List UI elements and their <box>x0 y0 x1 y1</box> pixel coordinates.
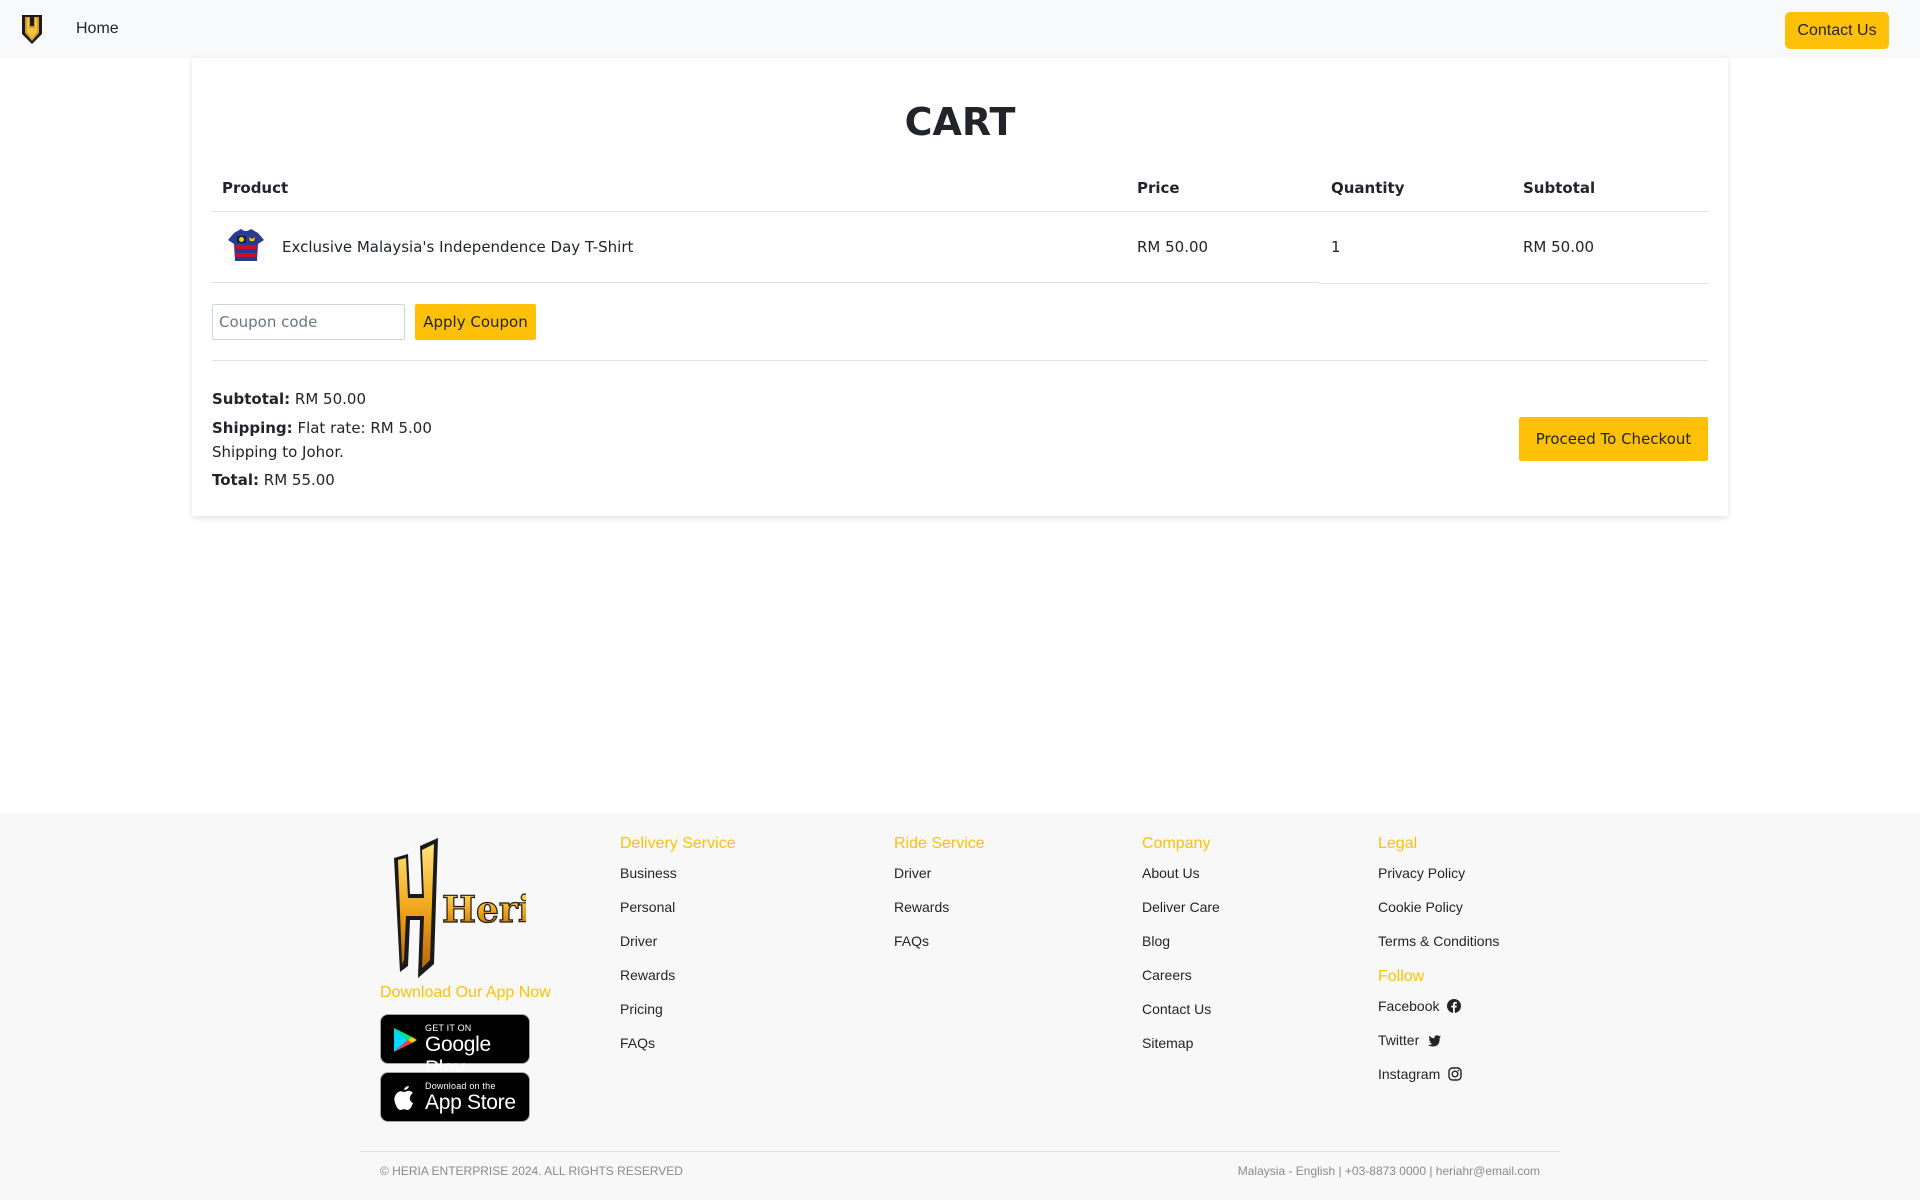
summary-subtotal-label: Subtotal: <box>212 390 291 408</box>
footer-link-ride-rewards[interactable]: Rewards <box>894 898 985 927</box>
footer-link-rewards[interactable]: Rewards <box>620 966 736 995</box>
coupon-code-input[interactable] <box>212 304 405 340</box>
logo-wordmark: Heria <box>442 889 526 931</box>
footer-heading-follow: Follow <box>1378 968 1425 985</box>
footer-link-terms[interactable]: Terms & Conditions <box>1378 932 1499 961</box>
table-header-divider <box>212 211 1708 212</box>
footer-link-contact-us[interactable]: Contact Us <box>1142 1000 1220 1029</box>
footer-col-legal: Legal Privacy Policy Cookie Policy Terms… <box>1378 835 1499 1094</box>
google-play-icon <box>394 1028 417 1052</box>
instagram-icon <box>1448 1067 1462 1081</box>
footer-heading-ride: Ride Service <box>894 835 985 852</box>
summary-total: Total: RM 55.00 <box>212 471 335 489</box>
facebook-icon <box>1447 999 1462 1013</box>
summary-shipping-label: Shipping: <box>212 419 293 437</box>
footer-link-twitter[interactable]: Twitter <box>1378 1031 1499 1060</box>
instagram-label: Instagram <box>1378 1066 1441 1082</box>
summary-shipping-value: Flat rate: RM 5.00 <box>297 419 432 437</box>
footer-copyright: © HERIA ENTERPRISE 2024. ALL RIGHTS RESE… <box>380 1164 683 1178</box>
footer-col-delivery: Delivery Service Business Personal Drive… <box>620 835 736 1063</box>
footer-heading-company: Company <box>1142 835 1211 852</box>
footer-link-business[interactable]: Business <box>620 864 736 893</box>
footer-contact-info: Malaysia - English | +03-8873 0000 | her… <box>1237 1164 1540 1178</box>
footer-link-instagram[interactable]: Instagram <box>1378 1065 1499 1094</box>
header-product: Product <box>222 179 289 197</box>
cart-card: CART Product Price Quantity Subtotal Exc… <box>192 58 1728 516</box>
footer-link-pricing[interactable]: Pricing <box>620 1000 736 1029</box>
summary-shipping-note: Shipping to Johor. <box>212 443 344 461</box>
summary-subtotal-value: RM 50.00 <box>294 390 366 408</box>
footer-link-ride-faqs[interactable]: FAQs <box>894 932 985 961</box>
row-divider-left <box>212 282 1319 283</box>
nav-home-link[interactable]: Home <box>76 20 119 38</box>
footer-heading-legal: Legal <box>1378 835 1418 852</box>
coupon-divider <box>212 360 1708 361</box>
footer-link-blog[interactable]: Blog <box>1142 932 1220 961</box>
app-store-big-text: App Store <box>425 1091 516 1114</box>
product-subtotal: RM 50.00 <box>1523 238 1595 256</box>
product-quantity[interactable]: 1 <box>1331 238 1341 256</box>
product-name[interactable]: Exclusive Malaysia's Independence Day T-… <box>282 238 633 256</box>
app-store-button[interactable]: Download on the App Store <box>380 1072 530 1122</box>
product-price: RM 50.00 <box>1137 238 1209 256</box>
google-play-button[interactable]: GET IT ON Google Play <box>380 1014 530 1080</box>
app-store-small-text: Download on the <box>425 1081 496 1091</box>
summary-total-value: RM 55.00 <box>263 471 335 489</box>
header-quantity: Quantity <box>1331 179 1405 197</box>
twitter-label: Twitter <box>1378 1032 1420 1048</box>
heria-logo-icon[interactable] <box>20 12 44 46</box>
header-price: Price <box>1137 179 1180 197</box>
footer-col-ride: Ride Service Driver Rewards FAQs <box>894 835 985 961</box>
download-app-label: Download Our App Now <box>380 984 551 1001</box>
summary-shipping: Shipping: Flat rate: RM 5.00 <box>212 419 432 437</box>
proceed-to-checkout-button[interactable]: Proceed To Checkout <box>1519 417 1708 461</box>
footer-col-company: Company About Us Deliver Care Blog Caree… <box>1142 835 1220 1063</box>
summary-total-label: Total: <box>212 471 259 489</box>
header-subtotal: Subtotal <box>1523 179 1596 197</box>
footer-link-careers[interactable]: Careers <box>1142 966 1220 995</box>
footer-link-facebook[interactable]: Facebook <box>1378 997 1499 1026</box>
footer: Heria Download Our App Now GET IT ON Goo… <box>0 813 1920 1200</box>
footer-link-about-us[interactable]: About Us <box>1142 864 1220 893</box>
google-play-small-text: GET IT ON <box>425 1023 472 1033</box>
top-navbar: Home Contact Us <box>0 0 1920 58</box>
footer-heading-delivery: Delivery Service <box>620 835 736 852</box>
footer-link-cookie-policy[interactable]: Cookie Policy <box>1378 898 1499 927</box>
row-divider-right <box>1319 283 1708 284</box>
footer-link-deliver-care[interactable]: Deliver Care <box>1142 898 1220 927</box>
page-title: CART <box>904 100 1016 144</box>
facebook-label: Facebook <box>1378 998 1440 1014</box>
footer-link-privacy-policy[interactable]: Privacy Policy <box>1378 864 1499 893</box>
footer-link-faqs[interactable]: FAQs <box>620 1034 736 1063</box>
footer-link-ride-driver[interactable]: Driver <box>894 864 985 893</box>
summary-subtotal: Subtotal: RM 50.00 <box>212 390 366 408</box>
footer-link-driver[interactable]: Driver <box>620 932 736 961</box>
contact-us-button[interactable]: Contact Us <box>1785 12 1889 49</box>
apple-icon <box>394 1086 413 1110</box>
footer-divider <box>360 1151 1560 1152</box>
footer-link-personal[interactable]: Personal <box>620 898 736 927</box>
tshirt-thumbnail-icon[interactable] <box>226 225 266 265</box>
heria-footer-logo[interactable]: Heria <box>386 836 526 981</box>
twitter-icon <box>1428 1035 1442 1047</box>
footer-link-sitemap[interactable]: Sitemap <box>1142 1034 1220 1063</box>
apply-coupon-button[interactable]: Apply Coupon <box>415 304 536 340</box>
